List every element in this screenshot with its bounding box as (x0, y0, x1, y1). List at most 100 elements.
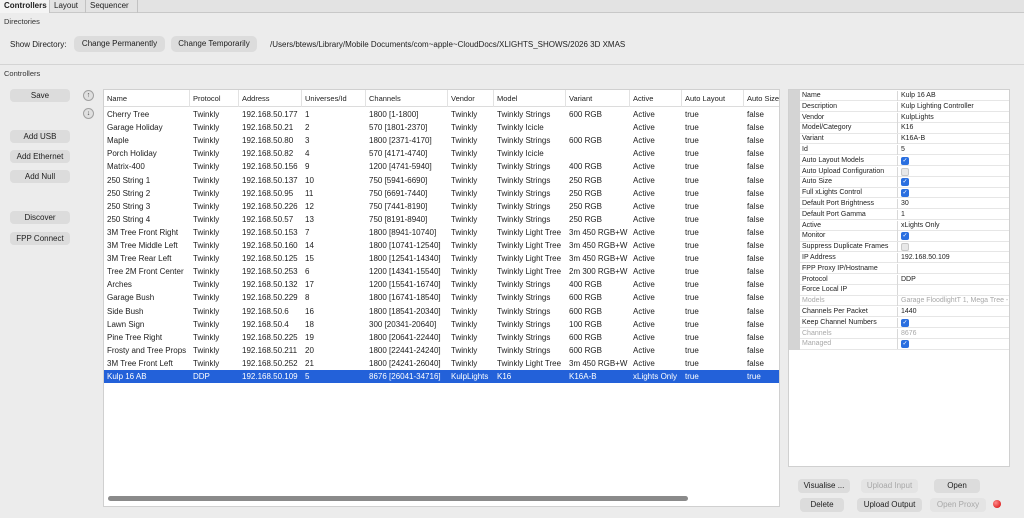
property-value[interactable]: 30 (901, 199, 1008, 209)
table-row[interactable]: Matrix-400 Twinkly 192.168.50.156 9 1200 [47… (104, 160, 779, 173)
table-row[interactable]: Porch Holiday Twinkly 192.168.50.82 4 570 [4… (104, 147, 779, 160)
add-usb-button[interactable]: Add USB (10, 130, 70, 143)
property-value[interactable] (901, 264, 1008, 274)
table-row[interactable]: Garage Bush Twinkly 192.168.50.229 8 1800 [1… (104, 291, 779, 304)
table-row[interactable]: Garage Holiday Twinkly 192.168.50.21 2 570 [… (104, 121, 779, 134)
table-row[interactable]: Kulp 16 AB DDP 192.168.50.109 5 8676 [26041-… (104, 370, 779, 383)
table-row[interactable]: 250 String 4 Twinkly 192.168.50.57 13 750 [8… (104, 213, 779, 226)
table-row[interactable]: Frosty and Tree Props Twinkly 192.168.50.2… (104, 344, 779, 357)
property-row[interactable]: Suppress Duplicate Frames (800, 242, 1009, 253)
table-row[interactable]: Lawn Sign Twinkly 192.168.50.4 18 300 [20341… (104, 318, 779, 331)
column-header-universes[interactable]: Universes/Id (302, 90, 366, 107)
column-header-auto-size[interactable]: Auto Size (744, 90, 779, 107)
property-value[interactable]: 1 (901, 210, 1008, 220)
table-row[interactable]: Arches Twinkly 192.168.50.132 17 1200 [15541… (104, 278, 779, 291)
property-value[interactable]: Kulp 16 AB (901, 91, 1008, 101)
tab-layout[interactable]: Layout (50, 0, 86, 13)
column-header-vendor[interactable]: Vendor (448, 90, 494, 107)
column-header-active[interactable]: Active (630, 90, 682, 107)
tab-sequencer[interactable]: Sequencer (86, 0, 138, 13)
table-row[interactable]: 250 String 2 Twinkly 192.168.50.95 11 750 [6… (104, 187, 779, 200)
table-row[interactable]: 3M Tree Rear Left Twinkly 192.168.50.125 15… (104, 252, 779, 265)
column-header-name[interactable]: Name (104, 90, 190, 107)
tab-controllers[interactable]: Controllers (0, 0, 50, 13)
property-value[interactable]: 1440 (901, 307, 1008, 317)
property-row[interactable]: Auto Layout Models ✓ (800, 155, 1009, 166)
property-row[interactable]: Active xLights Only (800, 220, 1009, 231)
table-row[interactable]: Cherry Tree Twinkly 192.168.50.177 1 1800 [1… (104, 108, 779, 121)
column-header-protocol[interactable]: Protocol (190, 90, 239, 107)
table-row[interactable]: Maple Twinkly 192.168.50.80 3 1800 [2371-417… (104, 134, 779, 147)
property-row[interactable]: IP Address 192.168.50.109 (800, 253, 1009, 264)
checkbox-icon[interactable]: ✓ (901, 232, 909, 241)
property-row[interactable]: Protocol DDP (800, 274, 1009, 285)
property-row[interactable]: Auto Size ✓ (800, 177, 1009, 188)
property-row[interactable]: Monitor ✓ (800, 231, 1009, 242)
property-row[interactable]: Model/Category K16 (800, 123, 1009, 134)
checkbox-icon[interactable] (901, 243, 909, 252)
property-row[interactable]: Channels 8676 (800, 328, 1009, 339)
property-value[interactable]: Garage FloodlightT 1, Mega Tree - A (901, 296, 1008, 306)
column-header-channels[interactable]: Channels (366, 90, 448, 107)
column-header-variant[interactable]: Variant (566, 90, 630, 107)
upload-output-button[interactable]: Upload Output (857, 498, 922, 512)
horizontal-scrollbar[interactable] (108, 496, 688, 501)
property-row[interactable]: Default Port Gamma 1 (800, 209, 1009, 220)
property-value[interactable]: K16 (901, 123, 1008, 133)
change-temporarily-button[interactable]: Change Temporarily (171, 36, 257, 52)
table-row[interactable]: Pine Tree Right Twinkly 192.168.50.225 19 18… (104, 331, 779, 344)
property-row[interactable]: Auto Upload Configuration (800, 166, 1009, 177)
discover-button[interactable]: Discover (10, 211, 70, 224)
delete-button[interactable]: Delete (800, 498, 844, 512)
property-row[interactable]: Keep Channel Numbers ✓ (800, 317, 1009, 328)
table-row[interactable]: 3M Tree Middle Left Twinkly 192.168.50.160… (104, 239, 779, 252)
property-row[interactable]: Models Garage FloodlightT 1, Mega Tree - … (800, 296, 1009, 307)
upload-input-button[interactable]: Upload Input (861, 479, 918, 493)
property-value[interactable]: xLights Only (901, 221, 1008, 231)
visualise-button[interactable]: Visualise ... (798, 479, 850, 493)
property-value[interactable]: K16A-B (901, 134, 1008, 144)
column-header-model[interactable]: Model (494, 90, 566, 107)
property-row[interactable]: Description Kulp Lighting Controller (800, 101, 1009, 112)
arrow-up-icon[interactable]: ↑ (83, 90, 94, 101)
change-permanently-button[interactable]: Change Permanently (74, 36, 165, 52)
property-value[interactable]: 5 (901, 145, 1008, 155)
property-row[interactable]: Managed ✓ (800, 339, 1009, 350)
checkbox-icon[interactable]: ✓ (901, 156, 909, 165)
table-row[interactable]: Side Bush Twinkly 192.168.50.6 16 1800 [1854… (104, 305, 779, 318)
property-row[interactable]: Variant K16A-B (800, 134, 1009, 145)
add-null-button[interactable]: Add Null (10, 170, 70, 183)
property-row[interactable]: Force Local IP (800, 285, 1009, 296)
fpp-connect-button[interactable]: FPP Connect (10, 232, 70, 245)
property-row[interactable]: Name Kulp 16 AB (800, 91, 1009, 102)
table-row[interactable]: 3M Tree Front Right Twinkly 192.168.50.153… (104, 226, 779, 239)
add-ethernet-button[interactable]: Add Ethernet (10, 150, 70, 163)
checkbox-icon[interactable]: ✓ (901, 318, 909, 327)
table-row[interactable]: 250 String 1 Twinkly 192.168.50.137 10 750 [… (104, 174, 779, 187)
checkbox-icon[interactable]: ✓ (901, 178, 909, 187)
save-button[interactable]: Save (10, 89, 70, 102)
property-row[interactable]: Channels Per Packet 1440 (800, 307, 1009, 318)
column-header-auto-layout[interactable]: Auto Layout (682, 90, 744, 107)
open-button[interactable]: Open (934, 479, 980, 493)
property-row[interactable]: Vendor KulpLights (800, 112, 1009, 123)
table-row[interactable]: Tree 2M Front Center Twinkly 192.168.50.25… (104, 265, 779, 278)
property-row[interactable]: Full xLights Control ✓ (800, 188, 1009, 199)
property-row[interactable]: Default Port Brightness 30 (800, 199, 1009, 210)
checkbox-icon[interactable]: ✓ (901, 189, 909, 198)
property-value[interactable]: 192.168.50.109 (901, 253, 1008, 263)
open-proxy-button[interactable]: Open Proxy (930, 498, 986, 512)
property-value[interactable]: KulpLights (901, 113, 1008, 123)
arrow-down-icon[interactable]: ↓ (83, 108, 94, 119)
property-value[interactable]: 8676 (901, 329, 1008, 339)
checkbox-icon[interactable]: ✓ (901, 340, 909, 349)
table-row[interactable]: 3M Tree Front Left Twinkly 192.168.50.252 2… (104, 357, 779, 370)
column-header-address[interactable]: Address (239, 90, 302, 107)
checkbox-icon[interactable] (901, 167, 909, 176)
property-value[interactable]: Kulp Lighting Controller (901, 102, 1008, 112)
property-row[interactable]: Id 5 (800, 145, 1009, 156)
table-row[interactable]: 250 String 3 Twinkly 192.168.50.226 12 750 [… (104, 200, 779, 213)
property-value[interactable] (901, 285, 1008, 295)
property-value[interactable]: DDP (901, 275, 1008, 285)
property-row[interactable]: FPP Proxy IP/Hostname (800, 263, 1009, 274)
